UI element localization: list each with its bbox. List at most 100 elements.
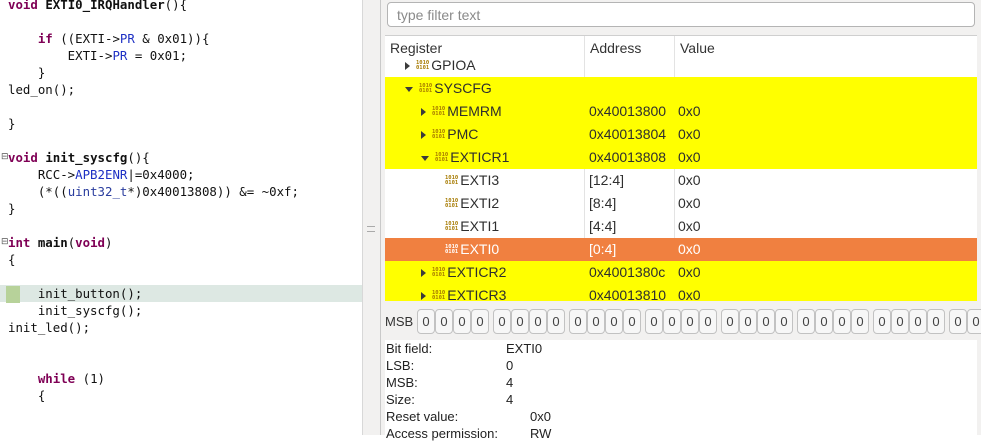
code-line[interactable]: { <box>0 387 362 404</box>
code-line[interactable]: { <box>0 251 362 268</box>
register-value[interactable]: 0x0 <box>678 238 701 261</box>
register-name-cell: 1010 0101 MEMRM <box>421 100 502 123</box>
code-line[interactable]: EXTI->PR = 0x01; <box>0 47 362 64</box>
code-line[interactable] <box>0 132 362 149</box>
bit-box[interactable]: 0 <box>739 309 757 334</box>
code-line[interactable] <box>0 13 362 30</box>
bit-box[interactable]: 0 <box>435 309 453 334</box>
register-row[interactable]: 1010 0101 GPIOA <box>385 54 977 77</box>
code-line[interactable]: init_syscfg(); <box>0 302 362 319</box>
filter-input[interactable] <box>387 2 975 27</box>
bit-box[interactable]: 0 <box>453 309 471 334</box>
fold-toggle-icon[interactable]: ⊟ <box>1 149 9 166</box>
pane-splitter[interactable] <box>362 0 381 435</box>
register-row[interactable]: 1010 0101 EXTICR2 0x4001380c 0x0 <box>385 261 977 284</box>
bit-box[interactable]: 0 <box>569 309 587 334</box>
chevron-right-icon[interactable] <box>421 108 426 117</box>
register-value[interactable]: 0x0 <box>678 192 701 215</box>
bit-box[interactable]: 0 <box>851 309 869 334</box>
register-row[interactable]: 1010 0101 EXTI1 [4:4] 0x0 <box>385 215 977 238</box>
code-line[interactable] <box>0 353 362 370</box>
code-line[interactable]: init_button(); <box>0 285 362 302</box>
code-line[interactable]: init_led(); <box>0 319 362 336</box>
bit-box[interactable]: 0 <box>417 309 435 334</box>
code-line[interactable]: } <box>0 64 362 81</box>
register-row[interactable]: 1010 0101 MEMRM 0x40013800 0x0 <box>385 100 977 123</box>
bit-box[interactable]: 0 <box>511 309 529 334</box>
register-value[interactable]: 0x0 <box>678 261 701 284</box>
code-line[interactable]: (*((uint32_t*)0x40013808)) &= ~0xf; <box>0 183 362 200</box>
msb-detail-label: MSB: <box>386 375 418 390</box>
register-row[interactable]: 1010 0101 SYSCFG <box>385 77 977 100</box>
code-line[interactable] <box>0 336 362 353</box>
bit-box[interactable]: 0 <box>605 309 623 334</box>
bit-box[interactable]: 0 <box>927 309 945 334</box>
register-row[interactable]: 1010 0101 EXTICR3 0x40013810 0x0 <box>385 284 977 301</box>
register-name: EXTI3 <box>460 172 500 188</box>
code-line[interactable]: } <box>0 115 362 132</box>
bit-box[interactable]: 0 <box>775 309 793 334</box>
bit-box[interactable]: 0 <box>663 309 681 334</box>
code-token: APB2ENR <box>75 167 128 182</box>
code-token: ) <box>105 235 113 250</box>
code-token: init_button(); <box>8 286 143 301</box>
code-token: void <box>8 0 46 12</box>
bit-box[interactable]: 0 <box>967 309 981 334</box>
bit-box[interactable]: 0 <box>949 309 967 334</box>
register-value[interactable]: 0x0 <box>678 146 701 169</box>
code-token: int <box>8 235 38 250</box>
bit-box[interactable]: 0 <box>699 309 717 334</box>
code-line[interactable] <box>0 268 362 285</box>
register-row[interactable]: 1010 0101 PMC 0x40013804 0x0 <box>385 123 977 146</box>
register-value[interactable]: 0x0 <box>678 169 701 192</box>
bit-box[interactable]: 0 <box>721 309 739 334</box>
chevron-right-icon[interactable] <box>421 131 426 140</box>
bit-box[interactable]: 0 <box>815 309 833 334</box>
bit-box[interactable]: 0 <box>909 309 927 334</box>
binary-register-icon: 1010 0101 <box>445 174 459 187</box>
bit-box[interactable]: 0 <box>833 309 851 334</box>
register-row[interactable]: 1010 0101 EXTI0 [0:4] 0x0 <box>385 238 977 261</box>
register-value[interactable]: 0x0 <box>678 100 701 123</box>
bit-box[interactable]: 0 <box>797 309 815 334</box>
bit-box[interactable]: 0 <box>623 309 641 334</box>
register-value[interactable]: 0x0 <box>678 284 701 301</box>
code-token: void <box>75 235 105 250</box>
bit-box[interactable]: 0 <box>529 309 547 334</box>
register-row[interactable]: 1010 0101 EXTI2 [8:4] 0x0 <box>385 192 977 215</box>
code-line[interactable]: } <box>0 200 362 217</box>
code-line[interactable]: led_on(); <box>0 81 362 98</box>
code-line[interactable]: while (1) <box>0 370 362 387</box>
bit-box[interactable]: 0 <box>587 309 605 334</box>
register-row[interactable]: 1010 0101 EXTICR1 0x40013808 0x0 <box>385 146 977 169</box>
code-token: while <box>37 371 76 386</box>
bit-box[interactable]: 0 <box>757 309 775 334</box>
fold-toggle-icon[interactable]: ⊟ <box>1 234 9 251</box>
code-line[interactable]: RCC->APB2ENR|=0x4000; <box>0 166 362 183</box>
register-value[interactable]: 0x0 <box>678 123 701 146</box>
register-name-cell: 1010 0101 EXTICR3 <box>421 284 506 301</box>
chevron-right-icon[interactable] <box>405 62 410 71</box>
bit-box[interactable]: 0 <box>645 309 663 334</box>
bit-box[interactable]: 0 <box>891 309 909 334</box>
code-line[interactable] <box>0 217 362 234</box>
code-line[interactable] <box>0 98 362 115</box>
chevron-down-icon[interactable] <box>421 155 429 161</box>
register-row[interactable]: 1010 0101 EXTI3 [12:4] 0x0 <box>385 169 977 192</box>
bit-box[interactable]: 0 <box>471 309 489 334</box>
code-line[interactable]: void init_syscfg(){⊟ <box>0 149 362 166</box>
code-editor[interactable]: void EXTI0_IRQHandler(){ if ((EXTI->PR &… <box>0 0 362 435</box>
chevron-down-icon[interactable] <box>405 86 413 92</box>
code-line[interactable]: void EXTI0_IRQHandler(){ <box>0 0 362 13</box>
chevron-right-icon[interactable] <box>421 292 426 301</box>
code-line[interactable]: if ((EXTI->PR & 0x01)){ <box>0 30 362 47</box>
bit-box[interactable]: 0 <box>681 309 699 334</box>
chevron-right-icon[interactable] <box>421 269 426 278</box>
register-tree[interactable]: Register Address Value 1010 0101 GPIOA 1010… <box>385 35 977 301</box>
bit-box[interactable]: 0 <box>493 309 511 334</box>
bit-box[interactable]: 0 <box>873 309 891 334</box>
register-value[interactable]: 0x0 <box>678 215 701 238</box>
code-line[interactable]: int main(void) ⊟ <box>0 234 362 251</box>
bit-box[interactable]: 0 <box>547 309 565 334</box>
current-line-marker <box>6 286 20 303</box>
